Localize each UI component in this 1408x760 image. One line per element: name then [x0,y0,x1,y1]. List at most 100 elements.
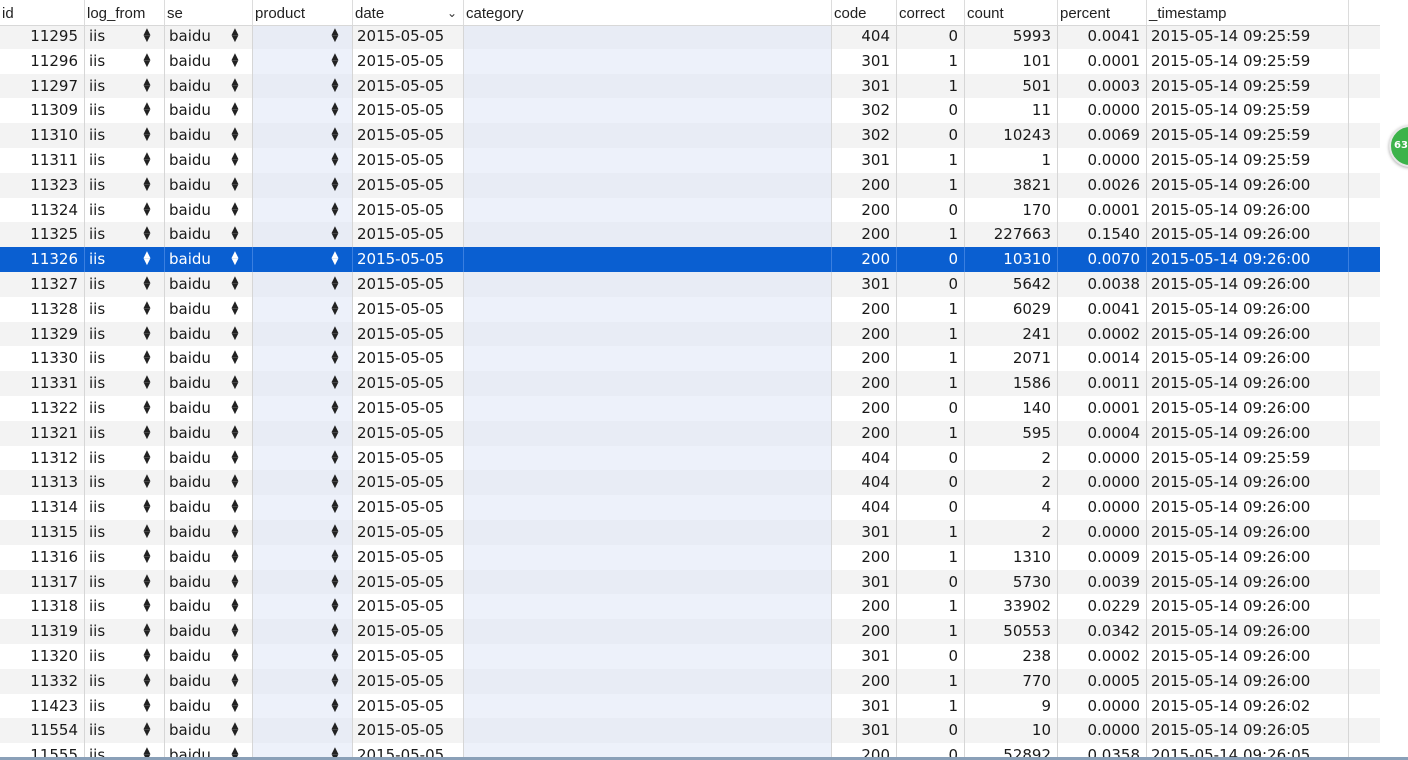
cell-percent[interactable]: 0.0000 [1057,98,1146,124]
cell-code[interactable]: 200 [831,197,896,223]
cell-count[interactable]: 2 [964,470,1057,496]
cell-code[interactable]: 200 [831,594,896,620]
cell-correct[interactable]: 0 [896,98,964,124]
cell-se[interactable]: baidu ▲▼ [164,197,252,223]
updown-stepper-icon[interactable]: ▲▼ [229,446,241,470]
cell-correct[interactable]: 1 [896,594,964,620]
updown-stepper-icon[interactable]: ▲▼ [329,222,341,246]
updown-stepper-icon[interactable]: ▲▼ [141,594,153,618]
table-row[interactable]: 11329 iis ▲ ▼ baidu ▲ ▼ ▲ ▼ 2015-05-05 200 1 241 0.00… [0,321,1380,347]
cell-count[interactable]: 2 [964,445,1057,471]
cell-timestamp[interactable]: 2015-05-14 09:25:59 [1146,48,1348,74]
updown-stepper-icon[interactable]: ▲▼ [141,520,153,544]
cell-date[interactable]: 2015-05-05 [352,123,463,148]
table-row[interactable]: 11320 iis ▲ ▼ baidu ▲ ▼ ▲ ▼ 2015-05-05 301 0 238 0.00… [0,644,1380,669]
table-row[interactable]: 11321 iis ▲ ▼ baidu ▲ ▼ ▲ ▼ 2015-05-05 200 1 595 0.00… [0,420,1380,446]
updown-stepper-icon[interactable]: ▲▼ [329,148,341,172]
cell-id[interactable]: 11554 [0,718,84,743]
cell-se[interactable]: baidu ▲▼ [164,470,252,496]
cell-correct[interactable]: 0 [896,718,964,744]
cell-correct[interactable]: 1 [896,172,964,198]
cell-id[interactable]: 11322 [0,396,84,421]
chevron-down-icon[interactable]: ⌄ [447,0,457,25]
cell-se[interactable]: baidu ▲▼ [164,718,252,744]
cell-log-from[interactable]: iis ▲▼ [84,445,164,471]
table-row[interactable]: 11319 iis ▲ ▼ baidu ▲ ▼ ▲ ▼ 2015-05-05 200 1 50553 0.… [0,619,1380,644]
cell-product[interactable]: ▲▼ [252,197,352,223]
cell-correct[interactable]: 1 [896,371,964,396]
cell-count[interactable]: 770 [964,668,1057,694]
table-row[interactable]: 11318 iis ▲ ▼ baidu ▲ ▼ ▲ ▼ 2015-05-05 200 1 33902 0.… [0,594,1380,620]
cell-category[interactable] [463,668,831,694]
cell-id[interactable]: 11323 [0,173,84,198]
cell-percent[interactable]: 0.0011 [1057,371,1146,396]
table-row[interactable]: 11323 iis ▲ ▼ baidu ▲ ▼ ▲ ▼ 2015-05-05 200 1 3821 0.0… [0,172,1380,198]
cell-log-from[interactable]: iis ▲▼ [84,520,164,545]
cell-id[interactable]: 11314 [0,495,84,520]
cell-log-from[interactable]: iis ▲▼ [84,371,164,396]
cell-product[interactable]: ▲▼ [252,470,352,496]
cell-log-from[interactable]: iis ▲▼ [84,24,164,49]
updown-stepper-icon[interactable]: ▲▼ [229,247,241,271]
cell-percent[interactable]: 0.0001 [1057,48,1146,74]
cell-count[interactable]: 2071 [964,346,1057,372]
column-header-category[interactable]: category [463,0,831,25]
cell-id[interactable]: 11326 [0,247,84,272]
cell-id[interactable]: 11328 [0,297,84,322]
cell-product[interactable]: ▲▼ [252,718,352,744]
updown-stepper-icon[interactable]: ▲▼ [229,570,241,594]
cell-log-from[interactable]: iis ▲▼ [84,296,164,322]
cell-percent[interactable]: 0.0000 [1057,470,1146,496]
cell-code[interactable]: 200 [831,396,896,421]
cell-date[interactable]: 2015-05-05 [352,619,463,644]
updown-stepper-icon[interactable]: ▲▼ [329,495,341,519]
cell-date[interactable]: 2015-05-05 [352,544,463,570]
cell-log-from[interactable]: iis ▲▼ [84,718,164,744]
cell-timestamp[interactable]: 2015-05-14 09:26:00 [1146,296,1348,322]
cell-se[interactable]: baidu ▲▼ [164,296,252,322]
column-header-count[interactable]: count [964,0,1057,25]
updown-stepper-icon[interactable]: ▲▼ [229,371,241,395]
cell-timestamp[interactable]: 2015-05-14 09:26:00 [1146,619,1348,644]
table-row[interactable]: 11332 iis ▲ ▼ baidu ▲ ▼ ▲ ▼ 2015-05-05 200 1 770 0.00… [0,668,1380,694]
cell-category[interactable] [463,73,831,99]
cell-category[interactable] [463,222,831,248]
cell-count[interactable]: 33902 [964,594,1057,620]
updown-stepper-icon[interactable]: ▲▼ [141,322,153,346]
cell-se[interactable]: baidu ▲▼ [164,544,252,570]
table-row[interactable]: 11317 iis ▲ ▼ baidu ▲ ▼ ▲ ▼ 2015-05-05 301 0 5730 0.0… [0,569,1380,595]
updown-stepper-icon[interactable]: ▲▼ [141,98,153,122]
updown-stepper-icon[interactable]: ▲▼ [329,520,341,544]
cell-log-from[interactable]: iis ▲▼ [84,247,164,272]
cell-code[interactable]: 301 [831,718,896,744]
cell-correct[interactable]: 1 [896,148,964,173]
cell-category[interactable] [463,247,831,272]
cell-timestamp[interactable]: 2015-05-14 09:26:00 [1146,272,1348,297]
cell-count[interactable]: 2 [964,520,1057,545]
cell-percent[interactable]: 0.0000 [1057,148,1146,173]
cell-timestamp[interactable]: 2015-05-14 09:26:00 [1146,321,1348,347]
cell-category[interactable] [463,445,831,471]
cell-id[interactable]: 11296 [0,49,84,74]
cell-code[interactable]: 301 [831,644,896,669]
cell-id[interactable]: 11297 [0,74,84,99]
cell-percent[interactable]: 0.0002 [1057,644,1146,669]
updown-stepper-icon[interactable]: ▲▼ [329,123,341,147]
updown-stepper-icon[interactable]: ▲▼ [141,173,153,197]
cell-date[interactable]: 2015-05-05 [352,197,463,223]
cell-date[interactable]: 2015-05-05 [352,346,463,372]
cell-log-from[interactable]: iis ▲▼ [84,569,164,595]
updown-stepper-icon[interactable]: ▲▼ [229,718,241,742]
cell-se[interactable]: baidu ▲▼ [164,520,252,545]
cell-date[interactable]: 2015-05-05 [352,644,463,669]
cell-percent[interactable]: 0.0004 [1057,420,1146,446]
cell-product[interactable]: ▲▼ [252,594,352,620]
cell-category[interactable] [463,197,831,223]
cell-product[interactable]: ▲▼ [252,296,352,322]
updown-stepper-icon[interactable]: ▲▼ [329,669,341,693]
cell-timestamp[interactable]: 2015-05-14 09:25:59 [1146,73,1348,99]
updown-stepper-icon[interactable]: ▲▼ [329,718,341,742]
cell-product[interactable]: ▲▼ [252,247,352,272]
cell-code[interactable]: 404 [831,495,896,520]
cell-se[interactable]: baidu ▲▼ [164,420,252,446]
